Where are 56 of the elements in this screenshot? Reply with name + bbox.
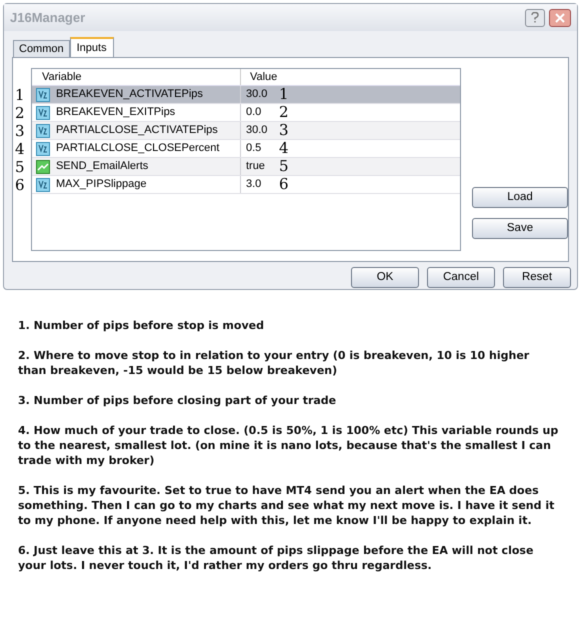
row-marker: 5 — [278, 159, 289, 174]
variable-name: SEND_EmailAlerts — [56, 159, 148, 174]
row-marker: 6 — [15, 178, 25, 192]
column-header[interactable]: Variable — [32, 68, 241, 86]
row-marker: 2 — [278, 105, 289, 120]
note-paragraph: 2. Where to move stop to in relation to your entry (0 is breakeven, 10 is 10 higher than breakeven, -15 would be 15 below breakeven) — [18, 348, 530, 378]
fraction-icon — [36, 124, 50, 138]
row-marker: 4 — [15, 142, 25, 156]
dialog-button[interactable]: Cancel — [427, 267, 495, 288]
variable-value: 0.0 — [244, 105, 262, 120]
tab[interactable]: Inputs — [70, 37, 114, 57]
table-row[interactable]: PARTIALCLOSE_CLOSEPercent 0.5 4 — [32, 140, 460, 158]
fraction-icon — [36, 88, 50, 102]
table-row[interactable]: BREAKEVEN_ACTIVATEPips 30.0 1 — [32, 86, 460, 104]
side-button[interactable]: Save — [472, 218, 568, 239]
note-paragraph: 3. Number of pips before closing part of your trade — [18, 393, 338, 408]
help-icon — [531, 12, 539, 23]
variable-value: 30.0 — [244, 123, 268, 138]
tab[interactable]: Common — [13, 40, 70, 57]
variable-name: BREAKEVEN_ACTIVATEPips — [56, 87, 203, 102]
variable-name: PARTIALCLOSE_ACTIVATEPips — [56, 123, 218, 138]
dialog-button[interactable]: Reset — [503, 267, 571, 288]
variable-name: BREAKEVEN_EXITPips — [56, 105, 176, 120]
dialog-button[interactable]: OK — [351, 267, 419, 288]
row-marker: 4 — [278, 141, 289, 156]
help-button[interactable] — [525, 8, 545, 26]
variable-name: MAX_PIPSlippage — [56, 177, 146, 192]
row-marker: 3 — [15, 124, 25, 138]
row-marker: 6 — [278, 177, 289, 192]
row-marker: 5 — [15, 160, 25, 174]
window-title: J16Manager — [10, 8, 86, 27]
variable-value: 0.5 — [244, 141, 262, 156]
chart-icon — [36, 160, 50, 174]
row-marker: 1 — [278, 87, 289, 102]
variable-value: 30.0 — [244, 87, 268, 102]
table-row[interactable]: PARTIALCLOSE_ACTIVATEPips 30.0 3 — [32, 122, 460, 140]
close-button[interactable] — [549, 8, 571, 26]
variable-name: PARTIALCLOSE_CLOSEPercent — [56, 141, 220, 156]
side-button[interactable]: Load — [472, 187, 568, 208]
table-row[interactable]: BREAKEVEN_EXITPips 0.0 2 — [32, 104, 460, 122]
row-marker: 1 — [15, 88, 25, 102]
row-marker: 2 — [15, 106, 25, 120]
note-paragraph: 6. Just leave this at 3. It is the amount of pips slippage before the EA will not close your lots. I never touch it, I'd rather my orders go thru regardless. — [18, 543, 534, 573]
variable-value: 3.0 — [244, 177, 262, 192]
fraction-icon — [36, 106, 50, 120]
table-row[interactable]: MAX_PIPSlippage 3.0 6 — [32, 176, 460, 194]
note-paragraph: 5. This is my favourite. Set to true to have MT4 send you an alert when the EA does something. Then I can go to my charts and see what my next move is. I have it send it to my phone. If anyone need help with this, let me know I'll be happy to explain it. — [18, 483, 556, 528]
close-icon — [555, 12, 565, 22]
fraction-icon — [36, 178, 50, 192]
note-paragraph: 1. Number of pips before stop is moved — [18, 318, 265, 333]
note-paragraph: 4. How much of your trade to close. (0.5 is 50%, 1 is 100% etc) This variable rounds up to the nearest, smallest lot. (on mine it is nano lots, because that's the smallest I can trade with my broker) — [18, 423, 560, 468]
fraction-icon — [36, 142, 50, 156]
row-marker: 3 — [278, 123, 289, 138]
variable-value: true — [244, 159, 266, 174]
column-header[interactable]: Value — [240, 68, 278, 86]
table-row[interactable]: SEND_EmailAlerts true 5 — [32, 158, 460, 176]
